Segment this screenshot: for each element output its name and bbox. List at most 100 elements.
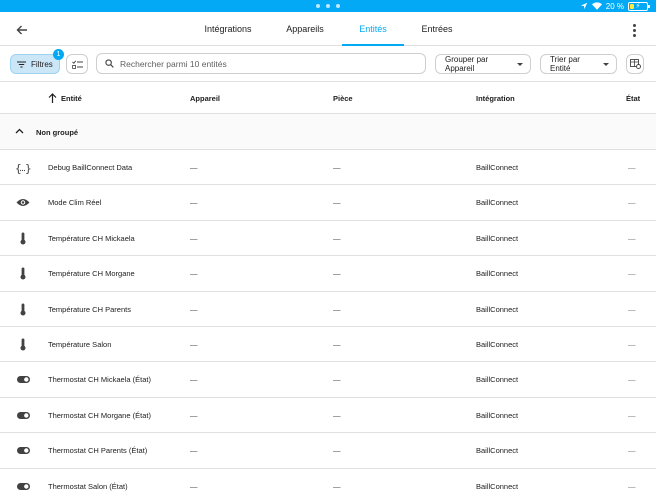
tab-entities[interactable]: Entités (342, 12, 404, 46)
entity-area: — (333, 163, 341, 172)
entity-device: — (190, 198, 198, 208)
entity-area: — (333, 375, 341, 385)
arrow-left-icon (16, 25, 27, 35)
sort-by-label: Trier par Entité (550, 55, 580, 73)
entity-integration: BaillConnect (476, 233, 519, 243)
filters-label: Filtres (31, 59, 53, 69)
entity-status: — (628, 163, 636, 172)
entity-integration: BaillConnect (476, 304, 519, 314)
table-row[interactable]: Température Salon — — BaillConnect — (0, 327, 656, 363)
entity-name: Thermostat CH Morgane (État) (48, 410, 151, 420)
entity-integration: BaillConnect (476, 446, 519, 456)
back-button[interactable] (12, 20, 32, 40)
entity-name: Température CH Parents (48, 304, 131, 314)
entity-status: — (628, 304, 636, 314)
entity-integration: BaillConnect (476, 269, 519, 279)
search-input[interactable] (120, 58, 410, 69)
eye-icon (14, 185, 32, 220)
entity-device: — (190, 269, 198, 279)
entity-area: — (333, 481, 341, 491)
entity-name: Mode Clim Réel (48, 198, 102, 208)
toolbar: Filtres 1 Grouper par Appareil Trier par… (0, 46, 656, 82)
location-icon (580, 2, 587, 10)
table-row[interactable]: Température CH Mickaela — — BaillConnect… (0, 221, 656, 257)
entity-device: — (190, 446, 198, 456)
table-row[interactable]: Température CH Morgane — — BaillConnect … (0, 256, 656, 292)
entity-device: — (190, 163, 198, 172)
column-header-integration[interactable]: Intégration (476, 82, 515, 114)
tab-devices[interactable]: Appareils (270, 12, 340, 46)
toggle-icon (14, 398, 32, 433)
entity-name: Debug BaillConnect Data (48, 163, 133, 172)
entity-device: — (190, 410, 198, 420)
wifi-icon (591, 2, 602, 10)
selection-mode-button[interactable] (66, 54, 88, 74)
tab-helpers[interactable]: Entrées (408, 12, 466, 46)
system-indicators: 20 % ⚡ (580, 1, 650, 11)
table-row[interactable]: Thermostat CH Parents (État) — — BaillCo… (0, 433, 656, 469)
chevron-up-icon (15, 128, 24, 134)
entity-name: Thermostat Salon (État) (48, 481, 128, 491)
table-settings-button[interactable] (626, 54, 644, 74)
table-row[interactable]: {} Debug BaillConnect Data — — BaillConn… (0, 150, 656, 186)
checklist-icon (71, 60, 83, 69)
search-icon (105, 59, 114, 68)
entity-integration: BaillConnect (476, 481, 519, 491)
entity-device: — (190, 233, 198, 243)
entity-integration: BaillConnect (476, 375, 519, 385)
entity-name: Thermostat CH Mickaela (État) (48, 375, 151, 385)
thermometer-icon (14, 221, 32, 256)
column-header-status[interactable]: État (626, 82, 640, 114)
sort-by-dropdown[interactable]: Trier par Entité (540, 54, 617, 74)
toggle-icon (14, 362, 32, 397)
multitasking-dots-icon[interactable] (316, 4, 340, 8)
overflow-menu-button[interactable] (626, 21, 642, 39)
entity-device: — (190, 339, 198, 349)
table-row[interactable]: Thermostat CH Morgane (État) — — BaillCo… (0, 398, 656, 434)
chevron-down-icon (517, 62, 523, 66)
entity-status: — (628, 198, 636, 208)
filters-count-badge: 1 (53, 49, 64, 60)
svg-text:}: } (25, 162, 31, 174)
entity-status: — (628, 339, 636, 349)
entity-name: Température CH Mickaela (48, 233, 135, 243)
filters-button[interactable]: Filtres 1 (10, 49, 64, 74)
entity-status: — (628, 269, 636, 279)
entity-area: — (333, 233, 341, 243)
entity-area: — (333, 446, 341, 456)
group-header[interactable]: Non groupé (0, 114, 656, 150)
battery-percent: 20 % (605, 1, 624, 11)
filter-icon (17, 61, 26, 67)
entity-area: — (333, 339, 341, 349)
entity-device: — (190, 304, 198, 314)
entity-table-body: {} Debug BaillConnect Data — — BaillConn… (0, 150, 656, 500)
column-header-device[interactable]: Appareil (190, 82, 220, 114)
entity-status: — (628, 446, 636, 456)
arrow-up-icon (48, 93, 57, 103)
column-header-area[interactable]: Pièce (333, 82, 353, 114)
table-row[interactable]: Température CH Parents — — BaillConnect … (0, 292, 656, 327)
entity-integration: BaillConnect (476, 198, 519, 208)
status-bar: 20 % ⚡ (0, 0, 656, 12)
entity-name: Température CH Morgane (48, 269, 135, 279)
entity-device: — (190, 481, 198, 491)
table-row[interactable]: Thermostat Salon (État) — — BaillConnect… (0, 469, 656, 500)
tab-integrations[interactable]: Intégrations (190, 12, 266, 46)
entity-status: — (628, 481, 636, 491)
group-by-dropdown[interactable]: Grouper par Appareil (435, 54, 531, 74)
thermometer-icon (14, 256, 32, 291)
table-row[interactable]: Mode Clim Réel — — BaillConnect — (0, 185, 656, 221)
entity-status: — (628, 410, 636, 420)
toggle-icon (14, 433, 32, 468)
entity-integration: BaillConnect (476, 339, 519, 349)
table-header: Entité Appareil Pièce Intégration État (0, 82, 656, 114)
braces-icon: {} (14, 150, 32, 185)
entity-status: — (628, 233, 636, 243)
entity-device: — (190, 375, 198, 385)
table-cog-icon (629, 59, 641, 69)
search-box[interactable] (96, 53, 426, 74)
column-header-entity[interactable]: Entité (48, 82, 82, 114)
table-row[interactable]: Thermostat CH Mickaela (État) — — BaillC… (0, 362, 656, 398)
entity-area: — (333, 410, 341, 420)
entity-area: — (333, 198, 341, 208)
